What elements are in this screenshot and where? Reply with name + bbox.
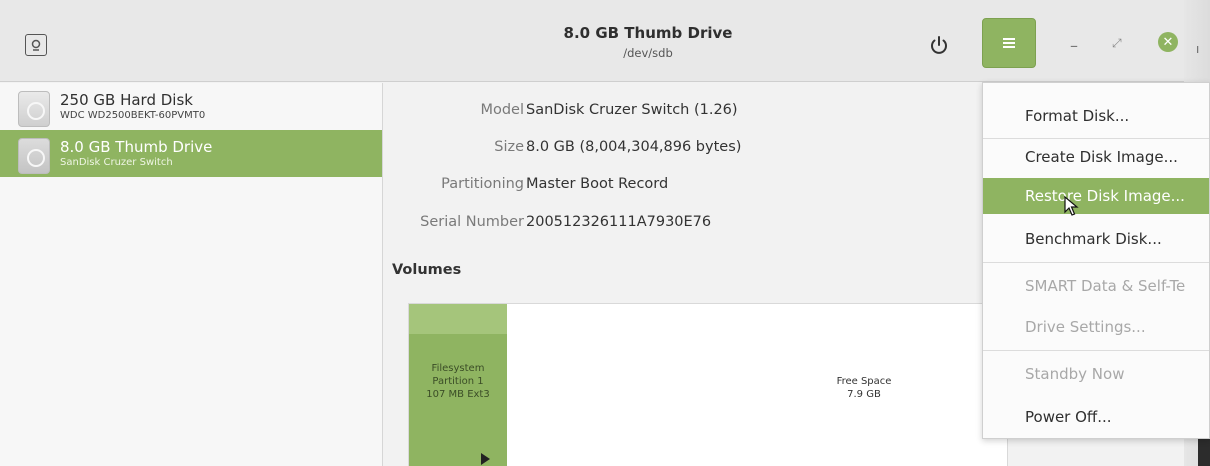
- disk-name: 8.0 GB Thumb Drive: [60, 138, 213, 156]
- power-icon[interactable]: [928, 34, 950, 56]
- menu-item-standby-now[interactable]: Standby Now: [983, 356, 1209, 392]
- partition-number: Partition 1: [432, 376, 484, 387]
- property-row-model: Model SanDisk Cruzer Switch (1.26): [384, 102, 984, 122]
- property-row-partitioning: Partitioning Master Boot Record: [384, 176, 984, 196]
- disk-actions-menu: Format Disk... Create Disk Image... Rest…: [982, 82, 1210, 439]
- property-key: Serial Number: [420, 214, 524, 230]
- property-value: 200512326111A7930E76: [526, 214, 712, 230]
- partition-label: Filesystem Partition 1 107 MB Ext3: [409, 362, 507, 401]
- sidebar-header: [0, 0, 383, 82]
- disks-app-icon[interactable]: [25, 34, 47, 56]
- window-title-block: 8.0 GB Thumb Drive /dev/sdb: [383, 24, 913, 60]
- disk-item-hard-disk[interactable]: 250 GB Hard Disk WDC WD2500BEKT-60PVMT0: [0, 83, 382, 130]
- partition-size: 107 MB Ext3: [426, 389, 490, 400]
- menu-separator: [983, 262, 1209, 263]
- volumes-heading: Volumes: [392, 262, 462, 278]
- menu-button[interactable]: [982, 18, 1036, 68]
- partition-type: Filesystem: [431, 363, 485, 374]
- mouse-pointer-icon: [1064, 196, 1079, 216]
- play-arrow-icon: [481, 453, 490, 465]
- menu-item-create-disk-image[interactable]: Create Disk Image...: [983, 139, 1209, 175]
- header-bar: 8.0 GB Thumb Drive /dev/sdb – ⤢ ✕: [0, 0, 1210, 82]
- menu-item-smart-data[interactable]: SMART Data & Self-Te: [983, 268, 1209, 304]
- partition-header: [409, 304, 507, 334]
- property-value: SanDisk Cruzer Switch (1.26): [526, 102, 738, 118]
- menu-item-drive-settings[interactable]: Drive Settings...: [983, 309, 1209, 345]
- property-key: Partitioning: [441, 176, 524, 192]
- menu-item-format-disk[interactable]: Format Disk...: [983, 98, 1209, 134]
- hard-disk-icon: [18, 91, 50, 127]
- window-title: 8.0 GB Thumb Drive: [563, 24, 733, 42]
- usb-drive-icon: [18, 138, 50, 174]
- volume-map: Filesystem Partition 1 107 MB Ext3 Free …: [408, 303, 1008, 466]
- disk-model: WDC WD2500BEKT-60PVMT0: [60, 110, 206, 121]
- property-key: Size: [494, 139, 524, 155]
- hamburger-menu-icon: [1003, 38, 1015, 48]
- property-row-size: Size 8.0 GB (8,004,304,896 bytes): [384, 139, 984, 159]
- menu-item-restore-disk-image[interactable]: Restore Disk Image...: [983, 178, 1209, 214]
- edge-text-fragment: ı: [1196, 42, 1200, 56]
- partition-1[interactable]: Filesystem Partition 1 107 MB Ext3: [409, 304, 507, 466]
- close-icon[interactable]: ✕: [1158, 32, 1178, 52]
- menu-separator: [983, 350, 1209, 351]
- free-space-label: Free Space: [836, 376, 892, 387]
- free-space-size: 7.9 GB: [847, 389, 881, 400]
- property-key: Model: [480, 102, 524, 118]
- maximize-icon[interactable]: ⤢: [1112, 36, 1122, 51]
- property-value: Master Boot Record: [526, 176, 669, 192]
- free-space-block[interactable]: Free Space 7.9 GB: [809, 375, 919, 401]
- minimize-icon[interactable]: –: [1070, 36, 1078, 55]
- menu-item-benchmark-disk[interactable]: Benchmark Disk...: [983, 221, 1209, 257]
- disk-model: SanDisk Cruzer Switch: [60, 157, 173, 168]
- disk-list: 250 GB Hard Disk WDC WD2500BEKT-60PVMT0 …: [0, 83, 383, 466]
- disk-item-thumb-drive[interactable]: 8.0 GB Thumb Drive SanDisk Cruzer Switch: [0, 130, 382, 177]
- property-row-serial: Serial Number 200512326111A7930E76: [384, 214, 984, 234]
- window-subtitle: /dev/sdb: [623, 46, 673, 60]
- menu-item-power-off[interactable]: Power Off...: [983, 399, 1209, 435]
- property-value: 8.0 GB (8,004,304,896 bytes): [526, 139, 742, 155]
- disk-name: 250 GB Hard Disk: [60, 91, 193, 109]
